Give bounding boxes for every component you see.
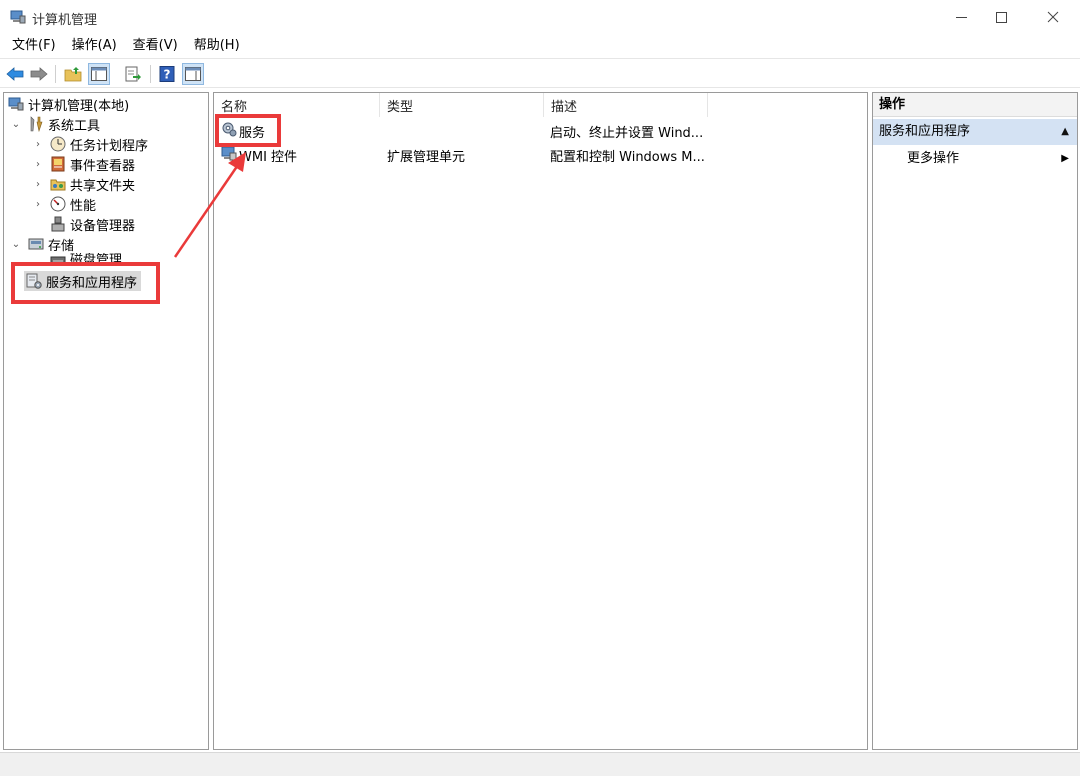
window-title: 计算机管理 <box>32 13 98 28</box>
chevron-right-icon[interactable]: › <box>32 198 44 210</box>
list-item[interactable]: 服务 启动、终止并设置 Wind... <box>214 119 867 141</box>
menu-help[interactable]: 帮助(H) <box>186 34 248 58</box>
tree-item-performance[interactable]: › 性能 <box>32 194 96 214</box>
column-header-description[interactable]: 描述 <box>544 93 708 117</box>
forward-button[interactable] <box>28 63 50 85</box>
help-icon: ? <box>159 66 175 82</box>
tree-label: 存储 <box>48 238 75 254</box>
show-hide-tree-icon <box>91 67 107 81</box>
up-folder-icon <box>64 67 82 82</box>
list-cell-description: 启动、终止并设置 Wind... <box>550 126 704 141</box>
performance-gauge-icon <box>50 196 66 212</box>
tree-item-storage[interactable]: ⌄ 存储 <box>10 234 74 254</box>
chevron-right-icon[interactable]: › <box>32 138 44 150</box>
tree-label: 计算机管理(本地) <box>28 98 130 114</box>
tree-label: 性能 <box>70 198 97 214</box>
triangle-up-icon[interactable]: ▲ <box>1061 119 1069 145</box>
show-hide-action-pane-button[interactable] <box>182 63 204 85</box>
menu-bar: 文件(F) 操作(A) 查看(V) 帮助(H) <box>0 34 1080 58</box>
tree-label: 任务计划程序 <box>70 138 149 154</box>
tree-item-event-viewer[interactable]: › 事件查看器 <box>32 154 135 174</box>
show-hide-action-pane-icon <box>185 67 201 81</box>
list-item[interactable]: WMI 控件 扩展管理单元 配置和控制 Windows M... <box>214 143 867 165</box>
console-tree-pane: 计算机管理(本地) ⌄ 系统工具 › 任务计划程序 › 事件查看器 › 共享文件… <box>3 92 209 750</box>
tree-label: 设备管理器 <box>70 218 136 234</box>
show-hide-console-tree-button[interactable] <box>88 63 110 85</box>
list-cell-description: 配置和控制 Windows M... <box>550 150 705 165</box>
maximize-button[interactable] <box>978 0 1024 34</box>
results-list-pane: 名称 类型 描述 服务 启动、终止并设置 Wind... WMI 控件 扩展管理… <box>213 92 868 750</box>
chevron-right-icon[interactable]: › <box>32 178 44 190</box>
toolbar: ? <box>0 58 1080 88</box>
back-arrow-icon <box>6 67 24 81</box>
status-bar <box>0 752 1080 776</box>
tree-label: 事件查看器 <box>70 158 136 174</box>
computer-management-icon <box>8 96 24 112</box>
maximize-icon <box>995 11 1007 23</box>
menu-action[interactable]: 操作(A) <box>64 34 125 58</box>
list-cell-type: 扩展管理单元 <box>387 150 466 165</box>
wmi-control-icon <box>221 145 237 165</box>
export-list-button[interactable] <box>122 63 144 85</box>
event-viewer-icon <box>50 156 66 172</box>
menu-view[interactable]: 查看(V) <box>125 34 186 58</box>
tools-icon <box>28 116 44 133</box>
storage-icon <box>28 236 44 252</box>
help-button[interactable]: ? <box>156 63 178 85</box>
chevron-down-icon[interactable]: ⌄ <box>10 118 22 130</box>
forward-arrow-icon <box>30 67 48 81</box>
actions-section-label: 服务和应用程序 <box>879 124 971 139</box>
back-button[interactable] <box>4 63 26 85</box>
more-actions-item[interactable]: 更多操作 ▶ <box>873 147 1077 171</box>
title-bar: 计算机管理 <box>0 0 1080 34</box>
actions-section-services-and-applications[interactable]: 服务和应用程序 ▲ <box>873 119 1077 145</box>
shared-folder-icon <box>50 176 66 192</box>
annotation-highlight-box <box>215 114 281 147</box>
triangle-right-icon: ▶ <box>1061 153 1069 164</box>
list-cell-name: WMI 控件 <box>239 150 298 165</box>
annotation-highlight-box <box>11 262 160 304</box>
tree-item-task-scheduler[interactable]: › 任务计划程序 <box>32 134 148 154</box>
device-manager-icon <box>50 216 66 232</box>
chevron-down-icon[interactable]: ⌄ <box>10 238 22 250</box>
export-list-icon <box>125 66 141 82</box>
menu-file[interactable]: 文件(F) <box>4 34 64 58</box>
tree-item-computer-management[interactable]: 计算机管理(本地) <box>8 94 129 114</box>
close-button[interactable] <box>1030 0 1076 34</box>
more-actions-label: 更多操作 <box>907 151 960 166</box>
svg-text:?: ? <box>164 68 171 82</box>
tree-label: 共享文件夹 <box>70 178 136 194</box>
actions-pane: 操作 服务和应用程序 ▲ 更多操作 ▶ <box>872 92 1078 750</box>
column-header-type[interactable]: 类型 <box>380 93 544 117</box>
tree-item-shared-folders[interactable]: › 共享文件夹 <box>32 174 135 194</box>
up-one-level-button[interactable] <box>62 63 84 85</box>
minimize-icon <box>955 16 967 18</box>
tree-label: 系统工具 <box>48 118 101 134</box>
tree-item-system-tools[interactable]: ⌄ 系统工具 <box>10 114 100 134</box>
clock-icon <box>50 136 66 152</box>
tree-item-device-manager[interactable]: 设备管理器 <box>50 214 135 234</box>
computer-management-icon <box>10 9 26 25</box>
close-icon <box>1047 11 1059 23</box>
chevron-right-icon[interactable]: › <box>32 158 44 170</box>
actions-header: 操作 <box>873 93 1077 117</box>
